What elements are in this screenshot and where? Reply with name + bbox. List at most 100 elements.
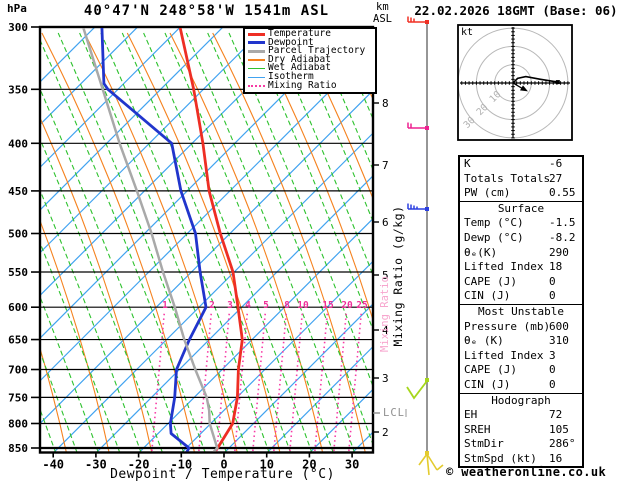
mixing-ratio-tick-label: 5 (263, 300, 269, 311)
pressure-tick-label: 650 (8, 334, 28, 347)
table-row-label: Lifted Index (464, 260, 544, 274)
table-row: Lifted Index 18 (460, 260, 582, 275)
table-row: Temp (°C) -1.5 (460, 216, 582, 231)
altitude-axis-unit-km: km (376, 1, 389, 13)
table-row-value: -1.5 (549, 216, 576, 230)
table-row-value: 310 (549, 334, 569, 348)
table-row: Dewp (°C) -8.2 (460, 231, 582, 246)
table-row-label: Temp (°C) (464, 216, 524, 230)
table-row: CIN (J) 0 (460, 289, 582, 304)
table-row-value: 0 (549, 289, 556, 303)
legend-item: Mixing Ratio (245, 79, 375, 91)
mixing-ratio-line (252, 312, 267, 452)
km-tick-label: 2 (382, 426, 389, 439)
legend-swatch-parcel (248, 49, 265, 53)
mixing-ratio-tick-label: 1 (162, 300, 168, 311)
hodograph-trace-endpoint (555, 80, 560, 85)
table-section-hodograph: Hodograph EH 72 SREH 105 StmDir 286° StmSpd (kt… (460, 392, 582, 467)
wind-barb-column (406, 16, 444, 476)
table-section-surface: Surface Temp (°C) -1.5 Dewp (°C) -8.2 θₑ(K) 29… (460, 200, 582, 304)
legend-swatch-temperature (248, 32, 265, 36)
mixing-ratio-line (333, 312, 348, 452)
temperature-axis-label: Dewpoint / Temperature (°C) (110, 467, 335, 482)
table-row-label: Lifted Index (464, 348, 544, 362)
table-row-value: 0 (549, 363, 556, 377)
wind-barb (418, 451, 444, 476)
pressure-tick-label: 700 (8, 364, 28, 377)
mixing-ratio-tick-label: 2 (209, 300, 215, 311)
table-row-value: 286° (549, 437, 576, 451)
table-row-label: Totals Totals (464, 171, 551, 185)
mixing-ratio-tick-label: 15 (322, 300, 334, 311)
table-row-label: Pressure (mb) (464, 319, 551, 333)
table-section: K -6 Totals Totals 27 PW (cm) 0.55 (460, 157, 582, 201)
table-row-label: θₑ (K) (464, 334, 504, 348)
mixing-ratio-tick-label: 10 (297, 300, 309, 311)
skewt-sounding-page: 300 350 400 450 500 550 600 650 700 750 800 850 -40-… (0, 0, 629, 486)
legend-swatch-dry_adiabat (248, 59, 265, 61)
pressure-tick-label: 550 (8, 266, 28, 279)
table-row: Lifted Index 3 (460, 349, 582, 364)
pressure-tick-label: 850 (8, 442, 28, 455)
table-row: EH 72 (460, 408, 582, 423)
mixing-ratio-tick-label: 8 (284, 300, 290, 311)
legend-swatch-isotherm (248, 76, 265, 79)
hodograph: 102030 (457, 24, 573, 141)
table-row-label: CAPE (J) (464, 363, 517, 377)
storm-motion-arrowhead (519, 85, 528, 92)
lcl-marker-label: LCL (383, 407, 405, 419)
table-row: θₑ (K) 310 (460, 334, 582, 349)
legend-swatch-dewpoint (248, 41, 265, 45)
mixing-ratio-tick-label: 4 (245, 300, 251, 311)
pressure-tick-label: 350 (8, 83, 28, 96)
table-row-value: 3 (549, 348, 556, 362)
sounding-traces (82, 28, 244, 452)
pressure-tick-label: 400 (8, 137, 28, 150)
legend: Temperature Dewpoint Parcel Trajectory Dry … (243, 27, 377, 94)
table-row: StmDir 286° (460, 437, 582, 452)
table-row-value: -8.2 (549, 230, 576, 244)
trace-temperature (178, 28, 244, 452)
legend-swatch-wet_adiabat (248, 67, 265, 70)
pressure-tick-label: 600 (8, 301, 28, 314)
wet-adiabat-line (292, 32, 372, 221)
table-row: K -6 (460, 157, 582, 172)
mixing-ratio-tick-label: 3 (227, 300, 233, 311)
indices-table: K -6 Totals Totals 27 PW (cm) 0.55 Surface Temp… (458, 155, 584, 469)
wet-adiabat-line (271, 32, 372, 274)
table-row-label: K (464, 157, 471, 170)
mixing-ratio-tick-label: 20 (341, 300, 353, 311)
hodograph-ring-label: 10 (488, 89, 504, 105)
km-tick-label: 3 (382, 372, 389, 385)
table-row: θₑ(K) 290 (460, 246, 582, 261)
pressure-tick-label: 500 (8, 227, 28, 240)
table-row-label: SREH (464, 422, 491, 436)
table-row: CAPE (J) 0 (460, 363, 582, 378)
km-tick-label: 7 (382, 159, 389, 172)
table-row-label: CIN (J) (464, 377, 511, 391)
table-row-label: PW (cm) (464, 186, 511, 200)
pressure-tick-label: 300 (8, 21, 28, 34)
table-row-value: 72 (549, 408, 563, 422)
table-row-value: 600 (549, 319, 569, 333)
pressure-tick-label: 800 (8, 417, 28, 430)
table-row-label: CIN (J) (464, 289, 511, 303)
table-row-value: 0 (549, 274, 556, 288)
mixing-ratio-axis-label: Mixing Ratio (g/kg) (391, 205, 405, 347)
table-row: Pressure (mb) 600 (460, 320, 582, 335)
wind-barb (407, 122, 429, 130)
altitude-axis-unit-asl: ASL (373, 13, 392, 25)
table-row-value: 105 (549, 422, 569, 436)
legend-label: Mixing Ratio (268, 79, 337, 91)
table-row-value: 18 (549, 260, 563, 274)
table-section-header: Most Unstable (477, 304, 565, 318)
table-row-value: 290 (549, 245, 569, 259)
table-row: CAPE (J) 0 (460, 275, 582, 290)
km-tick-label: 8 (382, 97, 389, 110)
legend-swatch-mixing (248, 84, 265, 87)
table-row: Totals Totals 27 (460, 172, 582, 187)
table-section-most-unstable: Most Unstable Pressure (mb) 600 θₑ (K) 310 Li… (460, 303, 582, 393)
copyright-credit: © weatheronline.co.uk (446, 465, 607, 479)
hodograph-ring-label: 20 (475, 102, 491, 118)
pressure-axis-unit: hPa (7, 2, 27, 15)
